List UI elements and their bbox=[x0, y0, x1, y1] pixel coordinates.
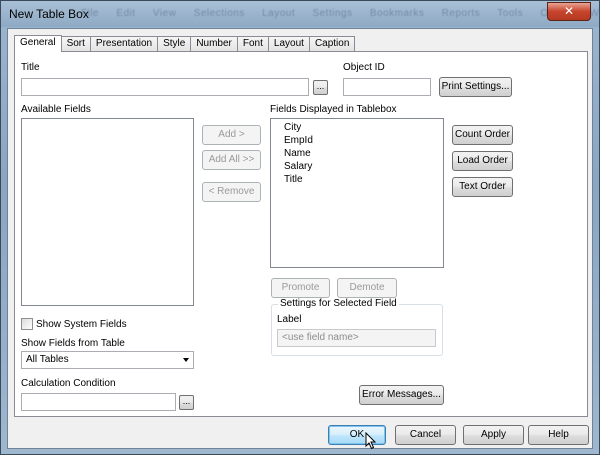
promote-button[interactable]: Promote bbox=[271, 278, 330, 298]
object-id-label: Object ID bbox=[343, 62, 385, 73]
general-tab-panel: Title ... Object ID Print Settings... Av… bbox=[14, 51, 588, 417]
fields-displayed-label: Fields Displayed in Tablebox bbox=[270, 104, 397, 115]
calculation-condition-browse-button[interactable]: ... bbox=[179, 395, 194, 410]
add-all-button[interactable]: Add All >> bbox=[202, 150, 261, 170]
print-settings-button[interactable]: Print Settings... bbox=[439, 77, 512, 97]
count-order-button[interactable]: Count Order bbox=[452, 125, 513, 145]
tab-strip: General Sort Presentation Style Number F… bbox=[14, 35, 356, 52]
dialog-window: New Table Box File Edit View Selections … bbox=[0, 0, 600, 455]
title-input[interactable] bbox=[21, 78, 309, 96]
background-menu-item: Tools bbox=[497, 8, 524, 19]
background-menu-item: Window bbox=[589, 8, 600, 19]
background-menu-item: Reports bbox=[441, 8, 481, 19]
background-menu-item: Settings bbox=[312, 8, 353, 19]
show-fields-from-table-value: All Tables bbox=[26, 354, 69, 365]
fields-displayed-list[interactable]: City EmpId Name Salary Title bbox=[270, 118, 444, 268]
remove-button[interactable]: < Remove bbox=[202, 182, 261, 202]
help-button[interactable]: Help bbox=[528, 425, 589, 445]
background-menu-item: Selections bbox=[193, 8, 245, 19]
background-menu-item: Layout bbox=[262, 8, 296, 19]
tab-presentation[interactable]: Presentation bbox=[89, 36, 159, 52]
background-menu-item: File bbox=[81, 8, 100, 19]
tab-number[interactable]: Number bbox=[190, 36, 238, 52]
list-item[interactable]: City bbox=[284, 122, 301, 133]
available-fields-list[interactable] bbox=[21, 118, 194, 306]
error-messages-button[interactable]: Error Messages... bbox=[359, 385, 444, 405]
text-order-button[interactable]: Text Order bbox=[452, 177, 513, 197]
show-fields-from-table-label: Show Fields from Table bbox=[21, 338, 125, 349]
calculation-condition-input[interactable] bbox=[21, 393, 176, 411]
tab-general[interactable]: General bbox=[14, 35, 62, 52]
show-system-fields-label: Show System Fields bbox=[36, 319, 127, 330]
cancel-button[interactable]: Cancel bbox=[395, 425, 456, 445]
mouse-cursor-icon bbox=[365, 432, 377, 450]
available-fields-label: Available Fields bbox=[21, 104, 91, 115]
list-item[interactable]: EmpId bbox=[284, 135, 313, 146]
object-id-input[interactable] bbox=[343, 78, 431, 96]
background-menu-item: Edit bbox=[116, 8, 136, 19]
background-menu-item: Bookmarks bbox=[369, 8, 425, 19]
field-label-label: Label bbox=[277, 314, 302, 325]
tab-layout[interactable]: Layout bbox=[267, 36, 310, 52]
demote-button[interactable]: Demote bbox=[337, 278, 397, 298]
add-button[interactable]: Add > bbox=[202, 125, 261, 145]
settings-for-selected-field-group: Settings for Selected Field Label <use f… bbox=[271, 298, 443, 356]
field-label-input[interactable]: <use field name> bbox=[277, 329, 436, 347]
calculation-condition-label: Calculation Condition bbox=[21, 378, 116, 389]
title-label: Title bbox=[21, 62, 40, 73]
chevron-down-icon bbox=[183, 358, 189, 362]
tab-font[interactable]: Font bbox=[236, 36, 269, 52]
tab-caption[interactable]: Caption bbox=[308, 36, 356, 52]
tab-sort[interactable]: Sort bbox=[60, 36, 91, 52]
list-item[interactable]: Title bbox=[284, 174, 303, 185]
apply-button[interactable]: Apply bbox=[463, 425, 524, 445]
show-fields-from-table-select[interactable]: All Tables bbox=[21, 351, 194, 369]
title-bar[interactable]: New Table Box File Edit View Selections … bbox=[1, 1, 600, 27]
tab-style[interactable]: Style bbox=[157, 36, 192, 52]
settings-group-title: Settings for Selected Field bbox=[278, 298, 399, 309]
list-item[interactable]: Name bbox=[284, 148, 311, 159]
background-menu-item: View bbox=[152, 8, 177, 19]
dialog-title: New Table Box bbox=[9, 7, 89, 21]
load-order-button[interactable]: Load Order bbox=[452, 151, 513, 171]
show-system-fields-checkbox[interactable] bbox=[21, 318, 33, 330]
close-button[interactable]: ✕ bbox=[547, 2, 591, 21]
ok-button[interactable]: OK bbox=[328, 425, 386, 445]
background-menu-bar: File Edit View Selections Layout Setting… bbox=[81, 8, 600, 19]
dialog-client-area: General Sort Presentation Style Number F… bbox=[7, 28, 593, 450]
close-icon: ✕ bbox=[563, 4, 575, 18]
title-browse-button[interactable]: ... bbox=[313, 80, 328, 95]
list-item[interactable]: Salary bbox=[284, 161, 312, 172]
